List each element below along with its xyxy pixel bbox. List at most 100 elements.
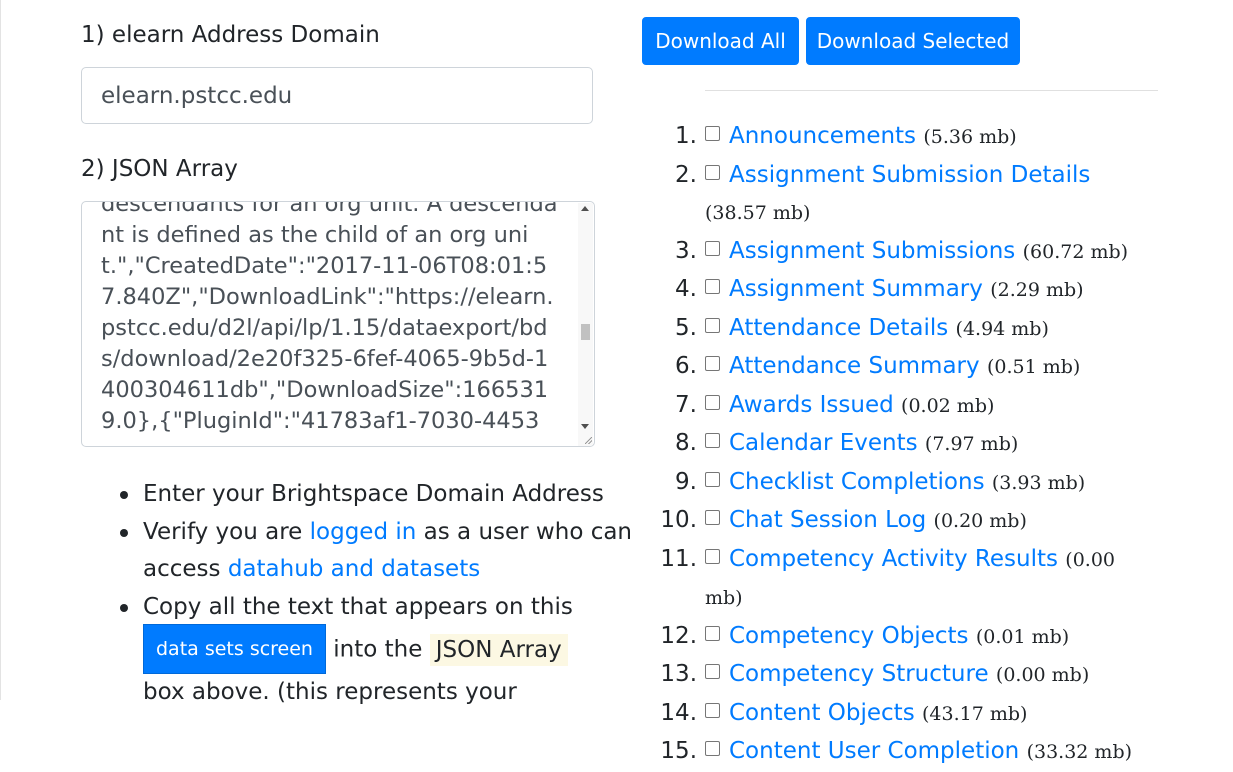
dataset-checkbox[interactable] [705, 317, 720, 333]
dataset-checkbox[interactable] [705, 625, 720, 641]
dataset-size: (7.97 mb) [924, 433, 1019, 455]
dataset-number: 10. [660, 507, 697, 533]
dataset-number: 12. [660, 622, 697, 649]
domain-label: 1) elearn Address Domain [81, 22, 380, 48]
dataset-item: 7. Awards Issued (0.02 mb) [675, 387, 1145, 426]
instruction-item: Verify you are logged in as a user who c… [120, 514, 658, 589]
dataset-link[interactable]: Content Objects [729, 700, 915, 726]
json-array-textarea[interactable]: descendants for an org unit. A descendan… [81, 201, 595, 447]
dataset-checkbox[interactable] [705, 126, 720, 141]
dataset-link[interactable]: Competency Structure [729, 661, 989, 687]
dataset-checkbox[interactable] [705, 164, 720, 180]
dataset-number: 5. [675, 314, 697, 341]
dataset-checkbox[interactable] [705, 279, 720, 294]
dataset-link[interactable]: Announcements [729, 123, 916, 149]
dataset-item: 15. Content User Completion (33.32 mb) [660, 733, 1145, 772]
instruction-item: Enter your Brightspace Domain Address [120, 476, 658, 514]
dataset-item: 5. Attendance Details (4.94 mb) [675, 310, 1145, 349]
scroll-down-arrow-icon[interactable] [581, 424, 589, 429]
dataset-item: 4. Assignment Summary (2.29 mb) [675, 271, 1145, 310]
dataset-size: (43.17 mb) [922, 702, 1028, 725]
instruction-text: into the [325, 636, 430, 663]
dataset-checkbox[interactable] [705, 702, 720, 718]
resize-handle-icon[interactable] [585, 437, 592, 444]
scroll-up-arrow-icon[interactable] [581, 206, 589, 211]
dataset-link[interactable]: Chat Session Log [729, 507, 926, 533]
dataset-number: 8. [675, 430, 697, 456]
dataset-link[interactable]: Assignment Submissions [729, 238, 1015, 264]
dataset-link[interactable]: Attendance Details [729, 315, 948, 341]
dataset-size: (2.29 mb) [990, 279, 1084, 301]
dataset-checkbox[interactable] [705, 548, 720, 564]
dataset-size: (33.32 mb) [1026, 741, 1133, 763]
instruction-text: Verify you are [143, 518, 310, 545]
json-textarea-scrollbar[interactable] [578, 203, 593, 446]
dataset-item: 2. Assignment Submission Details (38.57 m… [675, 157, 1145, 233]
json-array-text: descendants for an org unit. A descendan… [101, 201, 558, 434]
dataset-size: (38.57 mb) [705, 202, 811, 224]
dataset-checkbox[interactable] [705, 510, 720, 525]
instruction-text: box above. (this represents your [143, 679, 517, 705]
dataset-size: (0.00 mb) [995, 664, 1090, 686]
dataset-size: (60.72 mb) [1022, 240, 1129, 263]
instructions-list: Enter your Brightspace Domain Address Ve… [81, 476, 658, 712]
dataset-link[interactable]: Assignment Summary [729, 276, 983, 302]
dataset-item: 12. Competency Objects (0.01 mb) [660, 618, 1145, 657]
dataset-item: 1. Announcements (5.36 mb) [675, 118, 1145, 157]
scrollbar-thumb[interactable] [581, 324, 590, 340]
dataset-link[interactable]: Assignment Submission Details [729, 162, 1090, 188]
dataset-link[interactable]: Competency Objects [729, 623, 969, 649]
dataset-number: 7. [675, 391, 697, 418]
dataset-number: 15. [660, 738, 697, 764]
datahub-link[interactable]: datahub and datasets [228, 556, 480, 582]
dataset-link[interactable]: Calendar Events [729, 430, 918, 456]
dataset-size: (0.01 mb) [975, 625, 1070, 648]
dataset-number: 3. [675, 237, 697, 264]
dataset-number: 13. [660, 661, 697, 687]
dataset-size: (0.51 mb) [986, 356, 1081, 378]
dataset-item: 11. Competency Activity Results (0.00 mb) [660, 541, 1145, 618]
dataset-size: (4.94 mb) [955, 317, 1049, 340]
download-all-button[interactable]: Download All [642, 17, 799, 65]
dataset-number: 2. [675, 161, 697, 188]
dataset-link[interactable]: Checklist Completions [729, 469, 985, 495]
download-selected-button[interactable]: Download Selected [806, 17, 1020, 65]
dataset-item: 14. Content Objects (43.17 mb) [660, 695, 1145, 734]
dataset-item: 13. Competency Structure (0.00 mb) [660, 656, 1145, 695]
json-array-label: 2) JSON Array [81, 156, 238, 182]
dataset-number: 6. [675, 353, 697, 379]
dataset-checkbox[interactable] [705, 356, 720, 371]
dataset-number: 11. [660, 545, 697, 572]
json-array-highlight: JSON Array [429, 633, 568, 666]
dataset-number: 9. [675, 468, 697, 495]
dataset-number: 1. [675, 123, 697, 149]
dataset-size: (3.93 mb) [991, 471, 1086, 494]
dataset-size: (0.20 mb) [933, 510, 1027, 532]
dataset-link[interactable]: Attendance Summary [729, 353, 980, 379]
instruction-item: Copy all the text that appears on this d… [120, 589, 658, 712]
instruction-text: Enter your Brightspace Domain Address [143, 481, 604, 507]
domain-input[interactable] [81, 67, 593, 124]
dataset-checkbox[interactable] [705, 471, 720, 487]
dataset-item: 6. Attendance Summary (0.51 mb) [675, 348, 1145, 387]
dataset-checkbox[interactable] [705, 394, 720, 410]
dataset-checkbox[interactable] [705, 240, 720, 256]
dataset-list: 1. Announcements (5.36 mb) 2. Assignment S… [660, 118, 1145, 772]
divider [705, 90, 1158, 91]
dataset-size: (0.02 mb) [901, 394, 995, 417]
instruction-text: Copy all the text that appears on this [143, 593, 573, 620]
logged-in-link[interactable]: logged in [310, 519, 417, 545]
dataset-number: 4. [675, 276, 697, 302]
dataset-item: 8. Calendar Events (7.97 mb) [675, 425, 1145, 464]
dataset-number: 14. [660, 699, 697, 726]
dataset-link[interactable]: Competency Activity Results [729, 546, 1058, 572]
dataset-link[interactable]: Awards Issued [729, 392, 894, 418]
dataset-link[interactable]: Content User Completion [729, 738, 1019, 764]
dataset-checkbox[interactable] [705, 741, 720, 756]
dataset-item: 3. Assignment Submissions (60.72 mb) [675, 233, 1145, 272]
data-sets-screen-button[interactable]: data sets screen [143, 624, 326, 674]
dataset-checkbox[interactable] [705, 664, 720, 679]
dataset-size: (5.36 mb) [923, 126, 1017, 148]
dataset-item: 10. Chat Session Log (0.20 mb) [660, 502, 1145, 541]
dataset-checkbox[interactable] [705, 433, 720, 448]
